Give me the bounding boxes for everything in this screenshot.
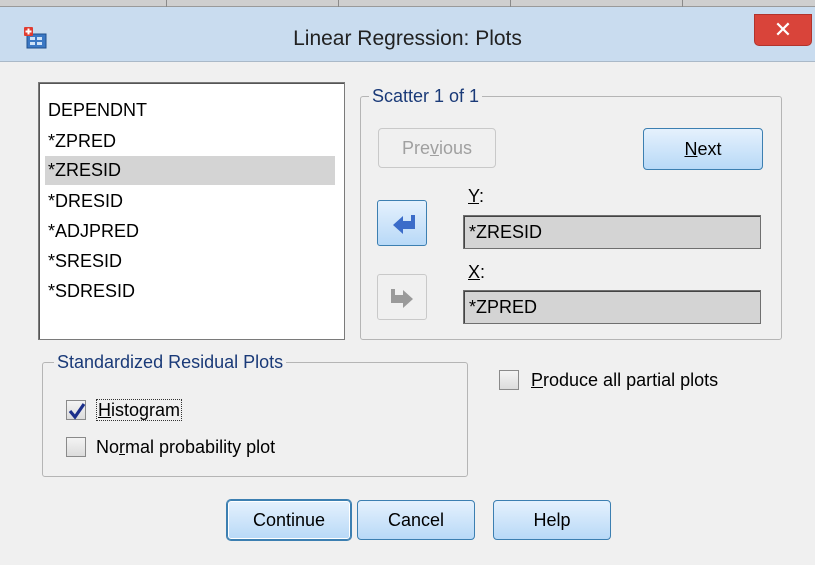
arrow-right-icon: [391, 289, 413, 308]
dialog-body: DEPENDNT *ZPRED *ZRESID *DRESID *ADJPRED…: [8, 62, 807, 557]
list-item-adjpred[interactable]: *ADJPRED: [45, 217, 335, 246]
list-item-sdresid[interactable]: *SDRESID: [45, 277, 335, 306]
partial-plots-checkbox[interactable]: [499, 370, 519, 390]
list-item-dependnt[interactable]: DEPENDNT: [45, 96, 335, 125]
background-window-strip: [0, 0, 815, 7]
variable-list[interactable]: DEPENDNT *ZPRED *ZRESID *DRESID *ADJPRED…: [38, 82, 345, 340]
move-to-x-button[interactable]: [377, 274, 427, 320]
scatter-group-label: Scatter 1 of 1: [369, 86, 483, 107]
partial-plots-label[interactable]: Produce all partial plots: [531, 369, 718, 391]
list-item-zpred[interactable]: *ZPRED: [45, 127, 335, 156]
list-item-sresid[interactable]: *SRESID: [45, 247, 335, 276]
previous-button[interactable]: Previous: [378, 128, 496, 168]
histogram-checkbox[interactable]: [66, 400, 86, 420]
x-axis-label: X:: [468, 262, 486, 282]
arrow-left-icon: [393, 215, 415, 234]
list-item-zresid[interactable]: *ZRESID: [45, 156, 335, 185]
move-to-y-button[interactable]: [377, 200, 427, 246]
normal-probability-label[interactable]: Normal probability plot: [96, 436, 275, 458]
title-bar[interactable]: Linear Regression: Plots ✕: [0, 7, 815, 62]
close-button[interactable]: ✕: [754, 14, 812, 46]
y-axis-field[interactable]: *ZRESID: [463, 215, 761, 249]
histogram-label[interactable]: Histogram: [96, 399, 183, 421]
checkmark-icon: [68, 403, 86, 420]
cancel-button[interactable]: Cancel: [357, 500, 475, 540]
y-axis-label: Y:: [468, 186, 485, 206]
window-title: Linear Regression: Plots: [293, 27, 522, 50]
dialog-window: Linear Regression: Plots ✕ DEPENDNT *ZPR…: [0, 0, 815, 565]
help-button[interactable]: Help: [493, 500, 611, 540]
continue-button[interactable]: Continue: [227, 500, 351, 540]
x-axis-field[interactable]: *ZPRED: [463, 290, 761, 324]
next-button[interactable]: Next: [643, 128, 763, 170]
normal-probability-checkbox[interactable]: [66, 437, 86, 457]
standardized-residual-label: Standardized Residual Plots: [54, 352, 287, 373]
list-item-dresid[interactable]: *DRESID: [45, 187, 335, 216]
